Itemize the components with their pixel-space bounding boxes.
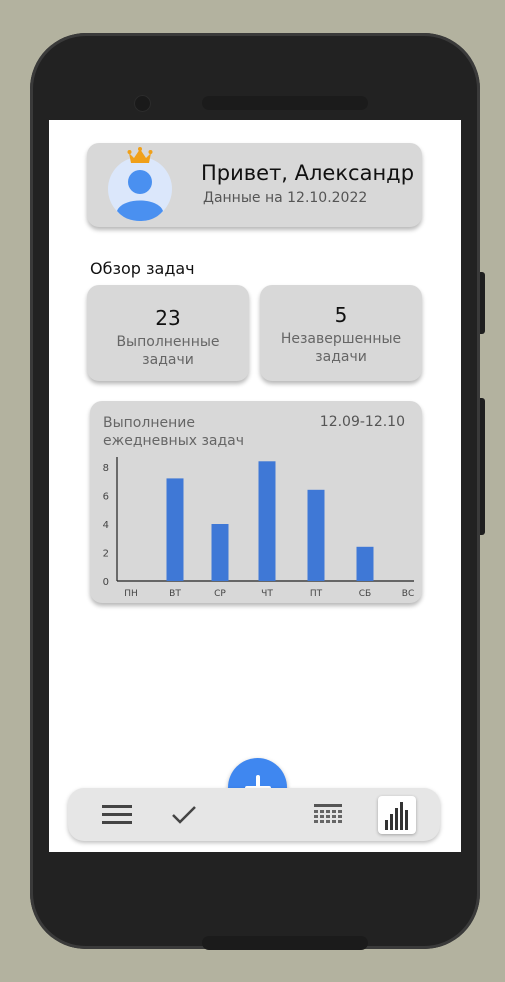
incomplete-label: Незавершенные задачи (280, 331, 402, 365)
profile-card[interactable]: Привет, Александр Данные на 12.10.2022 (87, 143, 422, 227)
top-speaker (202, 96, 368, 110)
calendar-icon (314, 804, 342, 823)
chart-bar (307, 489, 325, 581)
greeting-text: Привет, Александр (201, 161, 415, 185)
bar-chart-icon (385, 802, 408, 830)
x-tick-label: ПН (124, 589, 138, 599)
front-camera (134, 95, 151, 112)
completed-label: Выполненные задачи (116, 334, 220, 368)
bar-chart: 0 2 4 6 8 ПН ВТ СР ЧТ ПТ СБ ВС (103, 457, 414, 599)
y-tick-label: 0 (103, 577, 109, 588)
nav-menu[interactable] (98, 796, 136, 834)
incomplete-count: 5 (334, 303, 348, 327)
nav-stats[interactable] (378, 796, 416, 834)
side-button-volume (480, 398, 485, 535)
x-tick-label: ЧТ (261, 589, 273, 599)
user-avatar-icon[interactable] (108, 157, 172, 221)
hamburger-menu-icon (102, 805, 132, 824)
data-date: Данные на 12.10.2022 (203, 190, 368, 206)
bottom-speaker (202, 936, 368, 950)
side-button-power (480, 272, 485, 334)
y-tick-label: 8 (103, 463, 109, 474)
chart-bar (211, 524, 229, 581)
completed-tasks-card[interactable]: 23 Выполненные задачи (87, 285, 249, 381)
incomplete-tasks-card[interactable]: 5 Незавершенные задачи (260, 285, 422, 381)
x-tick-label: СР (214, 589, 226, 599)
chart-bar (356, 546, 374, 581)
y-tick-label: 2 (103, 549, 109, 560)
x-tick-label: ВТ (169, 589, 181, 599)
chart-bar (258, 461, 276, 581)
nav-tasks[interactable] (165, 796, 203, 834)
overview-title: Обзор задач (90, 259, 195, 278)
daily-tasks-chart-card: Выполнение ежедневных задач 12.09-12.10 … (90, 401, 422, 603)
x-tick-label: ВС (402, 589, 414, 599)
y-tick-label: 6 (103, 492, 109, 503)
y-tick-label: 4 (103, 520, 109, 531)
app-screen: Привет, Александр Данные на 12.10.2022 О… (49, 120, 461, 852)
checkmark-icon (172, 806, 196, 824)
chart-bar (166, 478, 184, 581)
x-tick-label: СБ (359, 589, 371, 599)
nav-calendar[interactable] (309, 796, 347, 834)
crown-icon (127, 147, 153, 163)
bottom-navigation (68, 788, 440, 841)
x-tick-label: ПТ (310, 589, 323, 599)
completed-count: 23 (155, 306, 181, 330)
